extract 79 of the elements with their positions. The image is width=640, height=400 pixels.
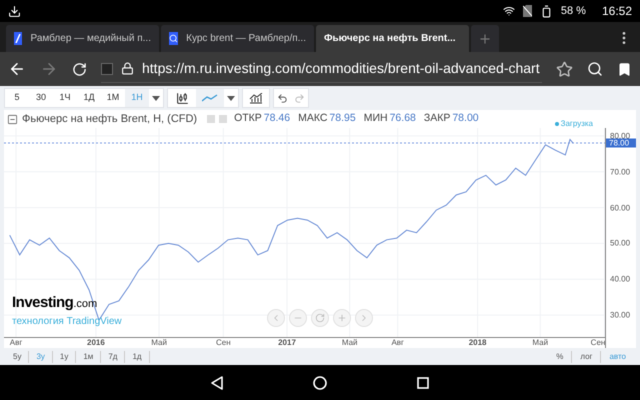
no-sim-icon	[522, 5, 532, 17]
home-nav-icon[interactable]	[313, 376, 327, 390]
range-button[interactable]: 1у	[52, 350, 76, 362]
scale-option[interactable]: лог	[572, 350, 602, 362]
new-tab-button[interactable]	[471, 25, 499, 52]
price-badge: 78.00	[606, 138, 636, 148]
scale-option[interactable]: %	[548, 350, 572, 362]
loading-status: Загрузка	[554, 118, 593, 130]
reload-icon[interactable]	[72, 62, 87, 76]
stat-label: МИН	[364, 111, 388, 126]
range-button[interactable]: 1м	[76, 350, 102, 362]
x-axis-label: Сен	[590, 338, 606, 348]
logo-text: Investing	[12, 292, 74, 312]
candlestick-icon	[176, 92, 188, 104]
reset-icon	[315, 313, 325, 323]
interval-button[interactable]: 1М	[101, 89, 125, 107]
tab-title: Курс brent — Рамблер/п...	[186, 32, 306, 46]
chart-title: Фьючерс на нефть Brent, H, (CFD)	[22, 112, 198, 127]
clock: 16:52	[602, 3, 632, 20]
y-axis-label: 60.00	[610, 203, 630, 212]
indicators-button[interactable]	[242, 88, 270, 108]
powered-by-text: технология TradingView	[12, 315, 122, 329]
bookmarks-icon[interactable]	[617, 62, 632, 76]
range-button[interactable]: 5у	[6, 350, 30, 362]
stat-value: 78.95	[329, 111, 356, 126]
browser-tab[interactable]: Фьючерс на нефть Brent...	[316, 25, 469, 52]
interval-button[interactable]: 1Д	[77, 89, 101, 107]
caret-icon[interactable]	[227, 96, 235, 100]
y-axis-label: 70.00	[610, 167, 630, 176]
x-axis-label: 2017	[278, 338, 296, 348]
recents-nav-icon[interactable]	[417, 376, 429, 388]
x-axis-label: Авг	[10, 338, 22, 348]
stat-value: 78.00	[452, 111, 479, 126]
x-axis-label: Май	[342, 338, 358, 348]
site-favicon-icon	[101, 62, 113, 74]
stat-label: ЗАКР	[424, 111, 450, 126]
interval-button[interactable]: 5	[5, 89, 29, 107]
battery-icon	[540, 4, 553, 18]
plus-icon	[478, 32, 492, 46]
y-axis-label: 40.00	[610, 274, 630, 284]
search-favicon-icon	[169, 32, 178, 45]
search-icon[interactable]	[587, 61, 603, 77]
interval-button[interactable]: 1Ч	[53, 89, 77, 107]
x-axis-label: Авг	[391, 338, 404, 348]
y-axis-label: 30.00	[610, 310, 630, 320]
browser-tab[interactable]: Рамблер — медийный п...	[6, 25, 159, 52]
stat-label: МАКС	[298, 111, 328, 126]
browser-tab[interactable]: Курс brent — Рамблер/п...	[161, 25, 314, 52]
url-text: https://m.ru.investing.com/commodities/brent-oil-advanced-chart	[142, 59, 540, 78]
x-axis-label: Сен	[216, 338, 231, 348]
line-chart-icon	[202, 94, 218, 102]
back-icon[interactable]	[8, 60, 26, 78]
interval-button[interactable]: 30	[29, 89, 53, 107]
tab-title: Рамблер — медийный п...	[30, 32, 151, 46]
collapse-icon[interactable]	[7, 114, 18, 124]
stat-label: ОТКР	[234, 111, 262, 126]
y-axis-label: 80.00	[610, 131, 630, 140]
x-axis-label: 2018	[468, 338, 486, 348]
x-axis-label: 2016	[87, 338, 105, 348]
undo-icon	[277, 92, 288, 104]
tab-title: Фьючерс на нефть Brent...	[324, 32, 456, 46]
download-icon	[8, 4, 21, 18]
stat-value: 78.46	[264, 111, 290, 126]
stat-value: 76.68	[390, 111, 416, 126]
y-axis-label: 50.00	[610, 238, 630, 248]
x-axis-label: Май	[532, 338, 548, 348]
bookmark-star-icon[interactable]	[556, 60, 573, 78]
battery-level: 58 %	[560, 4, 586, 19]
slash-favicon-icon	[14, 32, 22, 45]
range-button[interactable]: 1д	[125, 350, 150, 362]
range-button[interactable]: 7д	[101, 350, 126, 362]
back-nav-icon[interactable]	[211, 376, 223, 390]
indicators-icon	[249, 92, 263, 104]
x-axis-label: Май	[151, 338, 167, 348]
forward-icon[interactable]	[40, 60, 58, 78]
plus-icon	[337, 313, 347, 323]
caret-icon[interactable]	[152, 96, 160, 100]
redo-icon	[294, 92, 305, 104]
lock-icon	[121, 62, 134, 75]
